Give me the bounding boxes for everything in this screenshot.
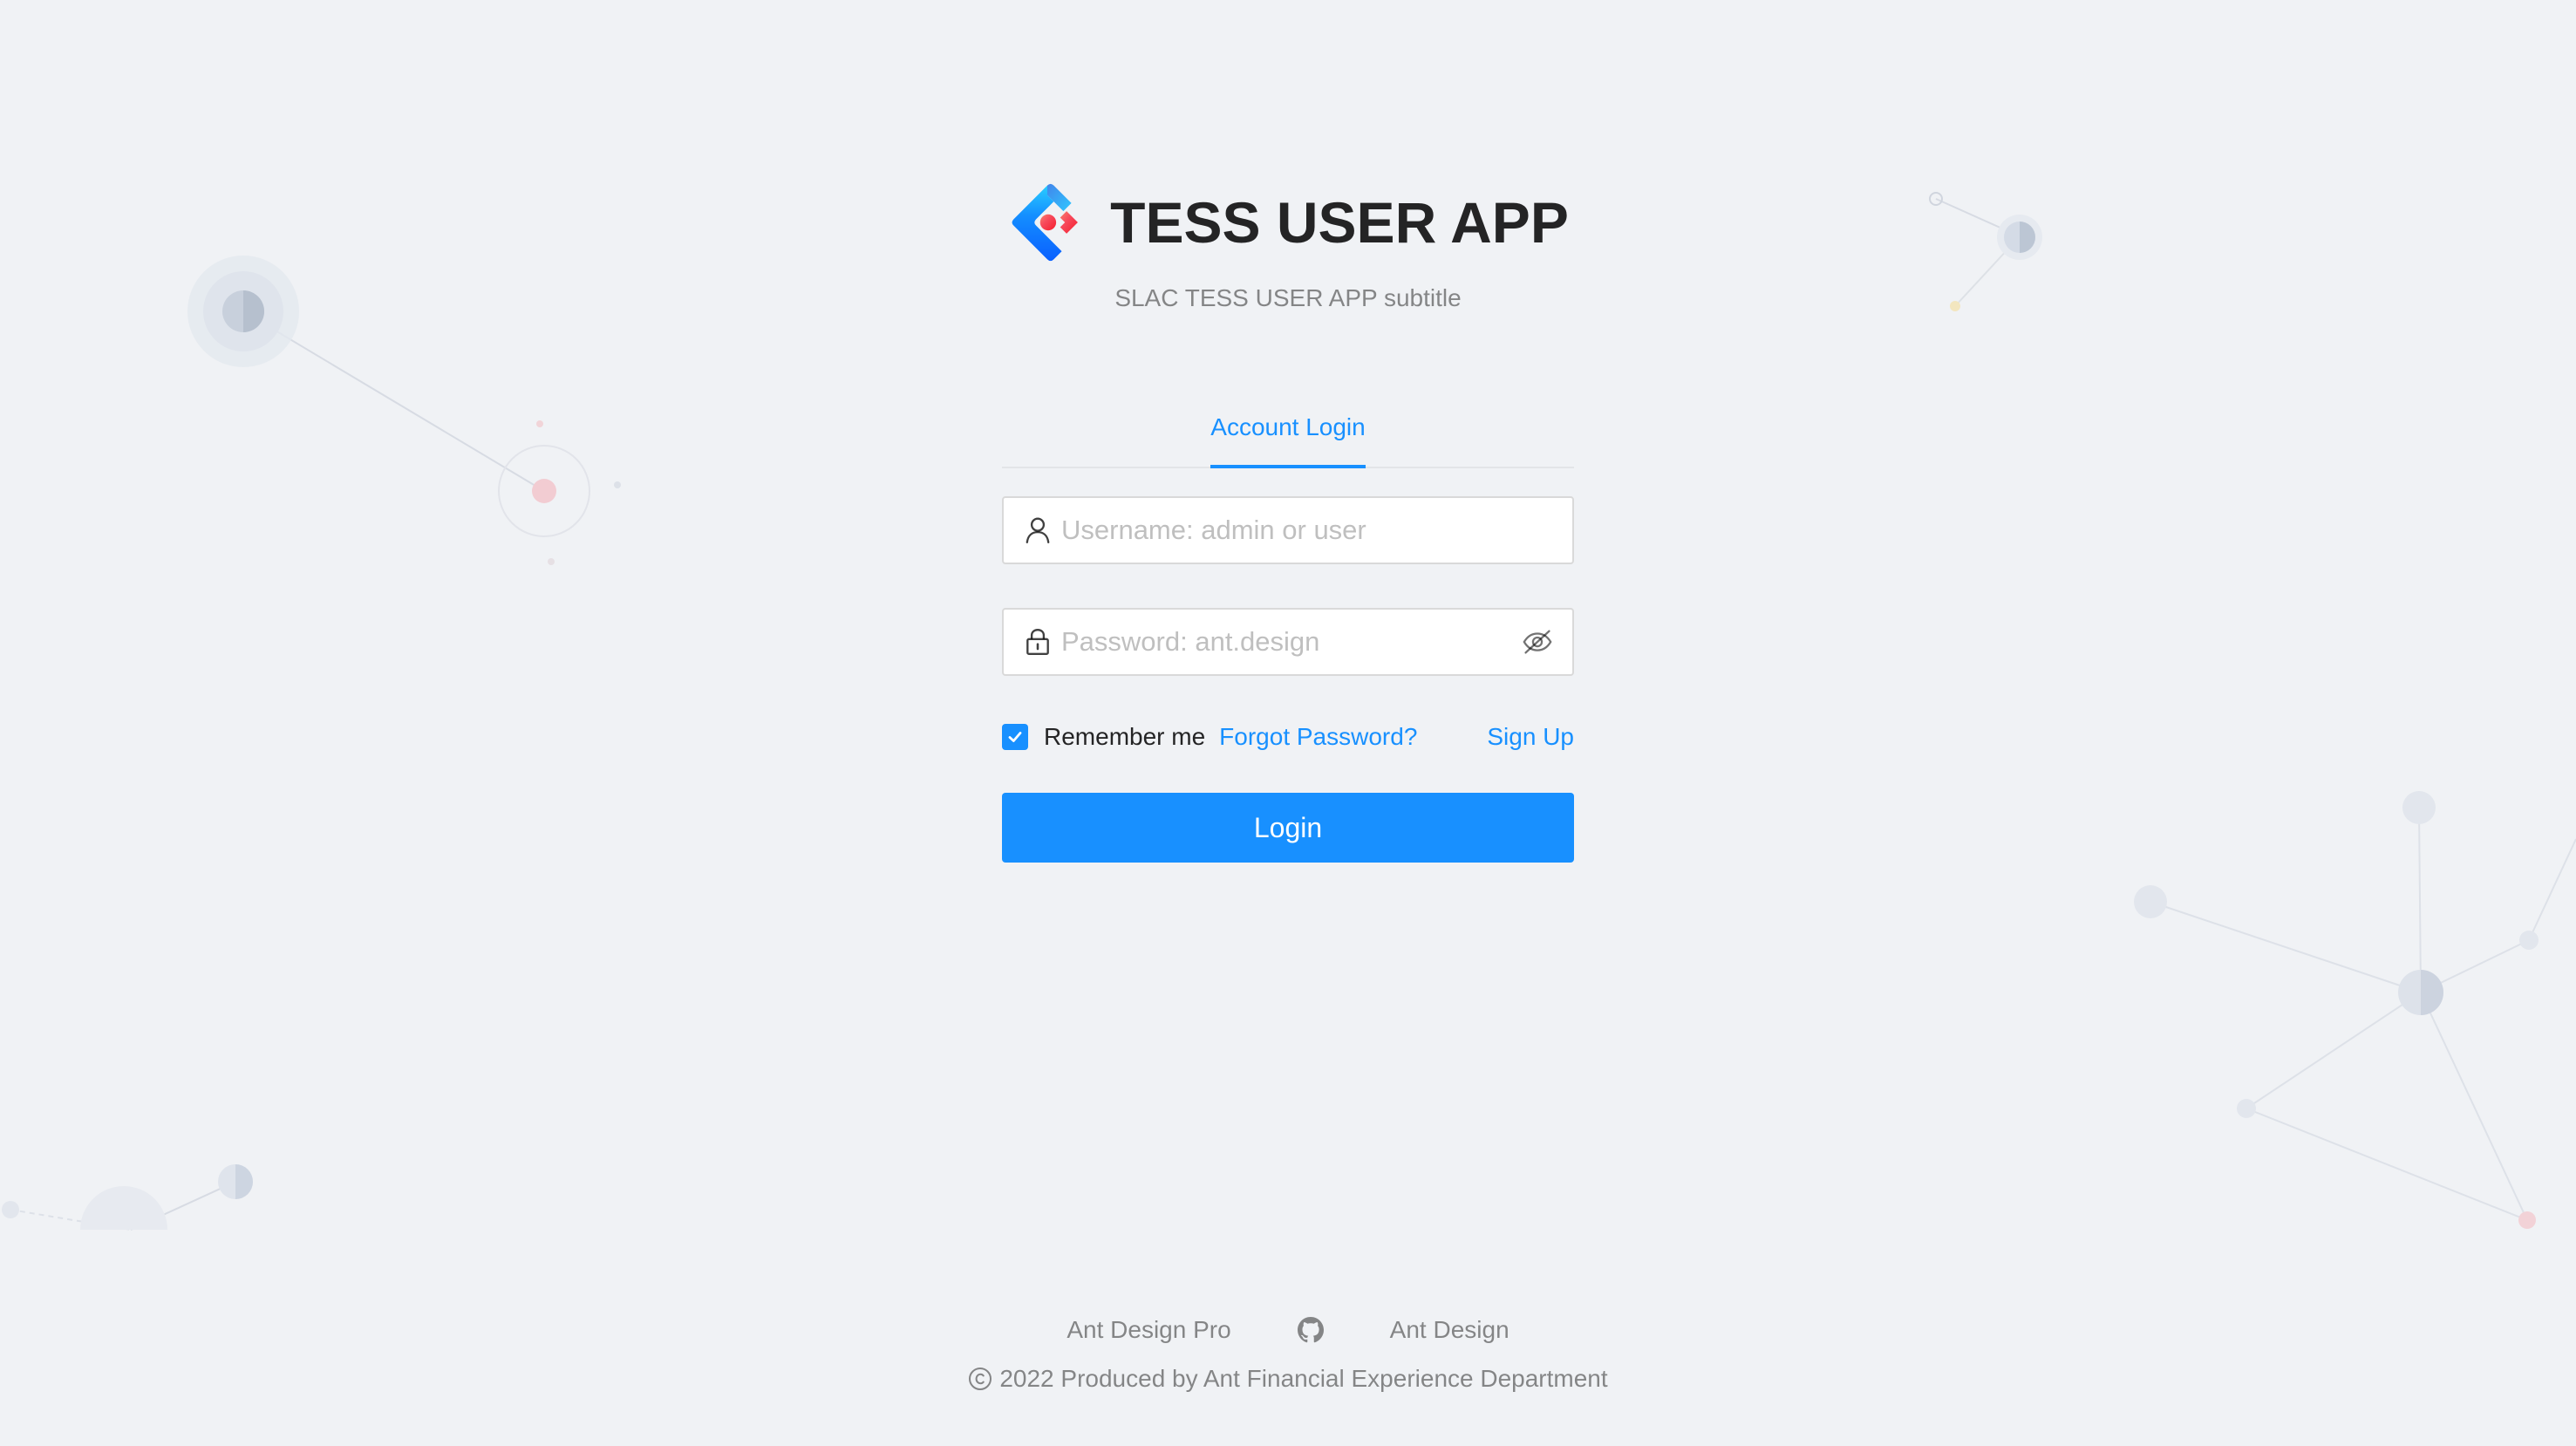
username-field[interactable] bbox=[1002, 496, 1574, 564]
github-icon[interactable] bbox=[1297, 1317, 1324, 1343]
footer-links: Ant Design Pro Ant Design bbox=[1067, 1313, 1509, 1347]
login-options: Remember me Forgot Password? Sign Up bbox=[1002, 720, 1574, 754]
page-footer: Ant Design Pro Ant Design 2022 Produced … bbox=[0, 1313, 2576, 1397]
copyright: 2022 Produced by Ant Financial Experienc… bbox=[968, 1365, 1608, 1393]
forgot-password-link[interactable]: Forgot Password? bbox=[1219, 723, 1417, 751]
lock-icon bbox=[1026, 629, 1049, 655]
copyright-text: 2022 Produced by Ant Financial Experienc… bbox=[999, 1365, 1608, 1392]
remember-me-checkbox[interactable] bbox=[1002, 724, 1028, 750]
app-title: TESS USER APP bbox=[1110, 190, 1569, 255]
login-tabs: Account Login bbox=[1002, 401, 1574, 468]
brand: TESS USER APP bbox=[1007, 179, 1569, 266]
bottom-left-node-cluster bbox=[2, 1164, 253, 1231]
footer-link-ant-design[interactable]: Ant Design bbox=[1390, 1316, 1509, 1344]
tab-account-login[interactable]: Account Login bbox=[1210, 401, 1366, 468]
copyright-icon bbox=[969, 1368, 992, 1390]
footer-link-ant-design-pro[interactable]: Ant Design Pro bbox=[1067, 1316, 1230, 1344]
login-form: Account Login Remember me Forgot Passwor… bbox=[1002, 401, 1574, 863]
remember-me-label[interactable]: Remember me bbox=[1044, 723, 1205, 751]
password-input[interactable] bbox=[1061, 616, 1522, 668]
sign-up-link[interactable]: Sign Up bbox=[1487, 723, 1574, 751]
bottom-right-node-cluster bbox=[2134, 791, 2576, 1229]
user-icon bbox=[1026, 517, 1050, 543]
eye-invisible-icon[interactable] bbox=[1522, 626, 1553, 658]
password-field[interactable] bbox=[1002, 608, 1574, 676]
checkmark-icon bbox=[1008, 732, 1022, 742]
ant-design-logo-icon bbox=[1012, 183, 1079, 262]
login-button[interactable]: Login bbox=[1002, 793, 1574, 863]
app-subtitle: SLAC TESS USER APP subtitle bbox=[1114, 284, 1462, 311]
page-header: TESS USER APP SLAC TESS USER APP subtitl… bbox=[0, 179, 2576, 312]
username-input[interactable] bbox=[1061, 504, 1572, 556]
